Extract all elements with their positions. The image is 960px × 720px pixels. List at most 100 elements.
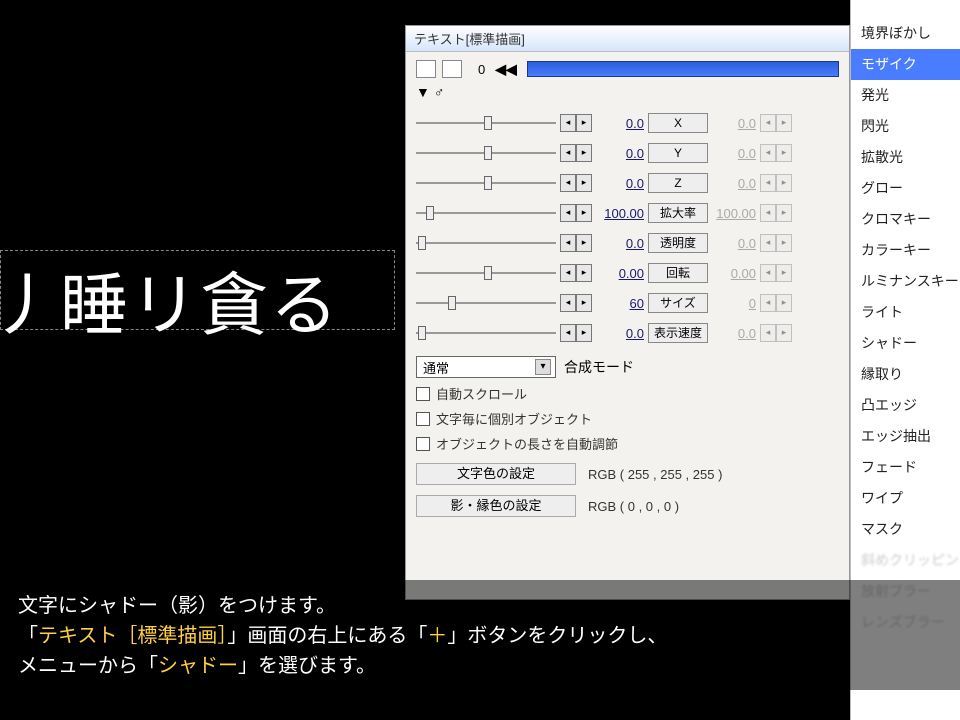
nudge-left-icon[interactable]: ◂ [760, 234, 776, 252]
menu-item-ライト[interactable]: ライト [851, 297, 960, 328]
menu-item-境界ぼかし[interactable]: 境界ぼかし [851, 18, 960, 49]
nudge-right-icon[interactable]: ▸ [576, 114, 592, 132]
nudge-left-icon[interactable]: ◂ [760, 264, 776, 282]
nudge-right-icon[interactable]: ▸ [776, 204, 792, 222]
checkbox[interactable] [416, 387, 430, 401]
nudge-right-icon[interactable]: ▸ [576, 324, 592, 342]
param-value[interactable]: 60 [596, 296, 644, 311]
nudge-right-icon[interactable]: ▸ [576, 264, 592, 282]
param-value[interactable]: 0.0 [596, 176, 644, 191]
param-value[interactable]: 0.0 [596, 146, 644, 161]
param-row-サイズ: ◂▸60サイズ0◂▸ [416, 288, 839, 318]
slider-透明度[interactable] [416, 235, 556, 251]
shadow-color-value: RGB ( 0 , 0 , 0 ) [588, 499, 679, 514]
menu-item-クロマキー[interactable]: クロマキー [851, 204, 960, 235]
nudge-left-icon[interactable]: ◂ [560, 114, 576, 132]
nudge-right-icon[interactable]: ▸ [776, 324, 792, 342]
menu-item-凸エッジ[interactable]: 凸エッジ [851, 390, 960, 421]
param-button-サイズ[interactable]: サイズ [648, 293, 708, 313]
param-value-end: 0.0 [712, 326, 756, 341]
text-color-value: RGB ( 255 , 255 , 255 ) [588, 467, 722, 482]
param-value[interactable]: 0.0 [596, 236, 644, 251]
menu-item-フェード[interactable]: フェード [851, 452, 960, 483]
menu-item-マスク[interactable]: マスク [851, 514, 960, 545]
param-value[interactable]: 0.0 [596, 326, 644, 341]
collapse-icon[interactable]: ▼ [416, 84, 430, 100]
menu-item-グロー[interactable]: グロー [851, 173, 960, 204]
menu-item-シャドー[interactable]: シャドー [851, 328, 960, 359]
slider-サイズ[interactable] [416, 295, 556, 311]
toggle-2[interactable] [442, 60, 462, 78]
menu-item-縁取り[interactable]: 縁取り [851, 359, 960, 390]
frame-number: 0 [478, 62, 485, 77]
blend-mode-label: 合成モード [564, 357, 634, 377]
menu-item-エッジ抽出[interactable]: エッジ抽出 [851, 421, 960, 452]
timeline-bar[interactable] [527, 61, 839, 77]
nudge-left-icon[interactable]: ◂ [560, 144, 576, 162]
chevron-down-icon: ▾ [535, 359, 551, 375]
param-row-拡大率: ◂▸100.00拡大率100.00◂▸ [416, 198, 839, 228]
nudge-left-icon[interactable]: ◂ [760, 324, 776, 342]
nudge-right-icon[interactable]: ▸ [776, 234, 792, 252]
nudge-left-icon[interactable]: ◂ [560, 234, 576, 252]
nudge-left-icon[interactable]: ◂ [760, 174, 776, 192]
nudge-right-icon[interactable]: ▸ [776, 294, 792, 312]
checkbox[interactable] [416, 412, 430, 426]
nudge-left-icon[interactable]: ◂ [760, 144, 776, 162]
param-row-Z: ◂▸0.0Z0.0◂▸ [416, 168, 839, 198]
nudge-left-icon[interactable]: ◂ [760, 294, 776, 312]
slider-Y[interactable] [416, 145, 556, 161]
slider-回転[interactable] [416, 265, 556, 281]
menu-item-斜めクリッピング[interactable]: 斜めクリッピング [851, 545, 960, 576]
param-value[interactable]: 100.00 [596, 206, 644, 221]
nudge-right-icon[interactable]: ▸ [776, 114, 792, 132]
nudge-right-icon[interactable]: ▸ [576, 204, 592, 222]
nudge-left-icon[interactable]: ◂ [560, 324, 576, 342]
blend-mode-dropdown[interactable]: 通常 ▾ [416, 356, 556, 378]
menu-item-ワイプ[interactable]: ワイプ [851, 483, 960, 514]
param-value-end: 0.0 [712, 146, 756, 161]
panel-title[interactable]: テキスト[標準描画] [406, 26, 849, 52]
menu-item-拡散光[interactable]: 拡散光 [851, 142, 960, 173]
nudge-right-icon[interactable]: ▸ [776, 264, 792, 282]
toggle-1[interactable] [416, 60, 436, 78]
slider-拡大率[interactable] [416, 205, 556, 221]
checkbox[interactable] [416, 437, 430, 451]
menu-item-ルミナンスキー[interactable]: ルミナンスキー [851, 266, 960, 297]
param-button-回転[interactable]: 回転 [648, 263, 708, 283]
shadow-color-button[interactable]: 影・縁色の設定 [416, 495, 576, 517]
param-value[interactable]: 0.00 [596, 266, 644, 281]
nudge-right-icon[interactable]: ▸ [776, 144, 792, 162]
param-button-X[interactable]: X [648, 113, 708, 133]
nudge-right-icon[interactable]: ▸ [576, 174, 592, 192]
menu-item-閃光[interactable]: 閃光 [851, 111, 960, 142]
param-row-透明度: ◂▸0.0透明度0.0◂▸ [416, 228, 839, 258]
param-button-表示速度[interactable]: 表示速度 [648, 323, 708, 343]
param-value[interactable]: 0.0 [596, 116, 644, 131]
nudge-right-icon[interactable]: ▸ [776, 174, 792, 192]
menu-item-カラーキー[interactable]: カラーキー [851, 235, 960, 266]
nudge-right-icon[interactable]: ▸ [576, 234, 592, 252]
slider-表示速度[interactable] [416, 325, 556, 341]
checkbox-row: オブジェクトの長さを自動調節 [416, 434, 839, 453]
menu-item-モザイク[interactable]: モザイク [851, 49, 960, 80]
nudge-left-icon[interactable]: ◂ [760, 204, 776, 222]
param-button-Z[interactable]: Z [648, 173, 708, 193]
nudge-right-icon[interactable]: ▸ [576, 144, 592, 162]
checkbox-label: 文字毎に個別オブジェクト [436, 409, 592, 428]
nudge-left-icon[interactable]: ◂ [560, 174, 576, 192]
loop-icon[interactable]: ♂ [434, 84, 445, 100]
nudge-left-icon[interactable]: ◂ [560, 264, 576, 282]
nudge-right-icon[interactable]: ▸ [576, 294, 592, 312]
param-button-拡大率[interactable]: 拡大率 [648, 203, 708, 223]
slider-X[interactable] [416, 115, 556, 131]
param-button-透明度[interactable]: 透明度 [648, 233, 708, 253]
nudge-left-icon[interactable]: ◂ [560, 204, 576, 222]
param-button-Y[interactable]: Y [648, 143, 708, 163]
nudge-left-icon[interactable]: ◂ [560, 294, 576, 312]
rewind-icon[interactable]: ◀◀ [495, 61, 517, 78]
menu-item-発光[interactable]: 発光 [851, 80, 960, 111]
text-color-button[interactable]: 文字色の設定 [416, 463, 576, 485]
slider-Z[interactable] [416, 175, 556, 191]
nudge-left-icon[interactable]: ◂ [760, 114, 776, 132]
